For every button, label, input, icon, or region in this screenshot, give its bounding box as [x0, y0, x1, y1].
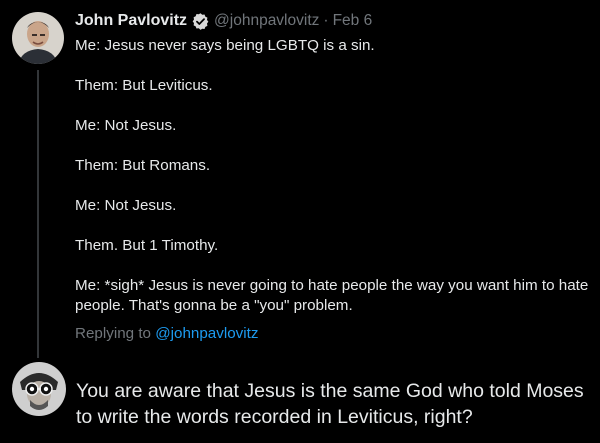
replying-to: Replying to @johnpavlovitz: [75, 325, 258, 342]
original-tweet[interactable]: John Pavlovitz @johnpavlovitz · Feb 6 Me…: [0, 0, 600, 360]
tweet-line: Me: Not Jesus.: [75, 117, 177, 134]
header-separator: ·: [323, 12, 329, 29]
replying-prefix: Replying to: [75, 325, 151, 342]
replying-handle-link[interactable]: @johnpavlovitz: [155, 325, 258, 342]
replier-avatar[interactable]: [12, 362, 66, 416]
verified-badge-icon: [191, 12, 210, 31]
author-handle[interactable]: @johnpavlovitz: [214, 12, 319, 30]
tweet-line: Them: But Romans.: [75, 157, 211, 174]
author-avatar[interactable]: [12, 12, 64, 64]
tweet-body: Me: Jesus never says being LGBTQ is a si…: [75, 36, 590, 316]
tweet-header: John Pavlovitz @johnpavlovitz · Feb 6: [75, 10, 372, 32]
tweet-line: Me: *sigh* Jesus is never going to hate …: [75, 277, 589, 314]
tweet-line: Me: Not Jesus.: [75, 197, 177, 214]
tweet-line: Them. But 1 Timothy.: [75, 237, 219, 254]
tweet-date[interactable]: Feb 6: [333, 12, 373, 30]
reply-tweet-text: You are aware that Jesus is the same God…: [76, 380, 584, 428]
tweet-line: Them: But Leviticus.: [75, 77, 213, 94]
tweet-line: Me: Jesus never says being LGBTQ is a si…: [75, 37, 375, 54]
thread-connector-line: [37, 70, 39, 358]
author-name[interactable]: John Pavlovitz: [75, 12, 187, 30]
